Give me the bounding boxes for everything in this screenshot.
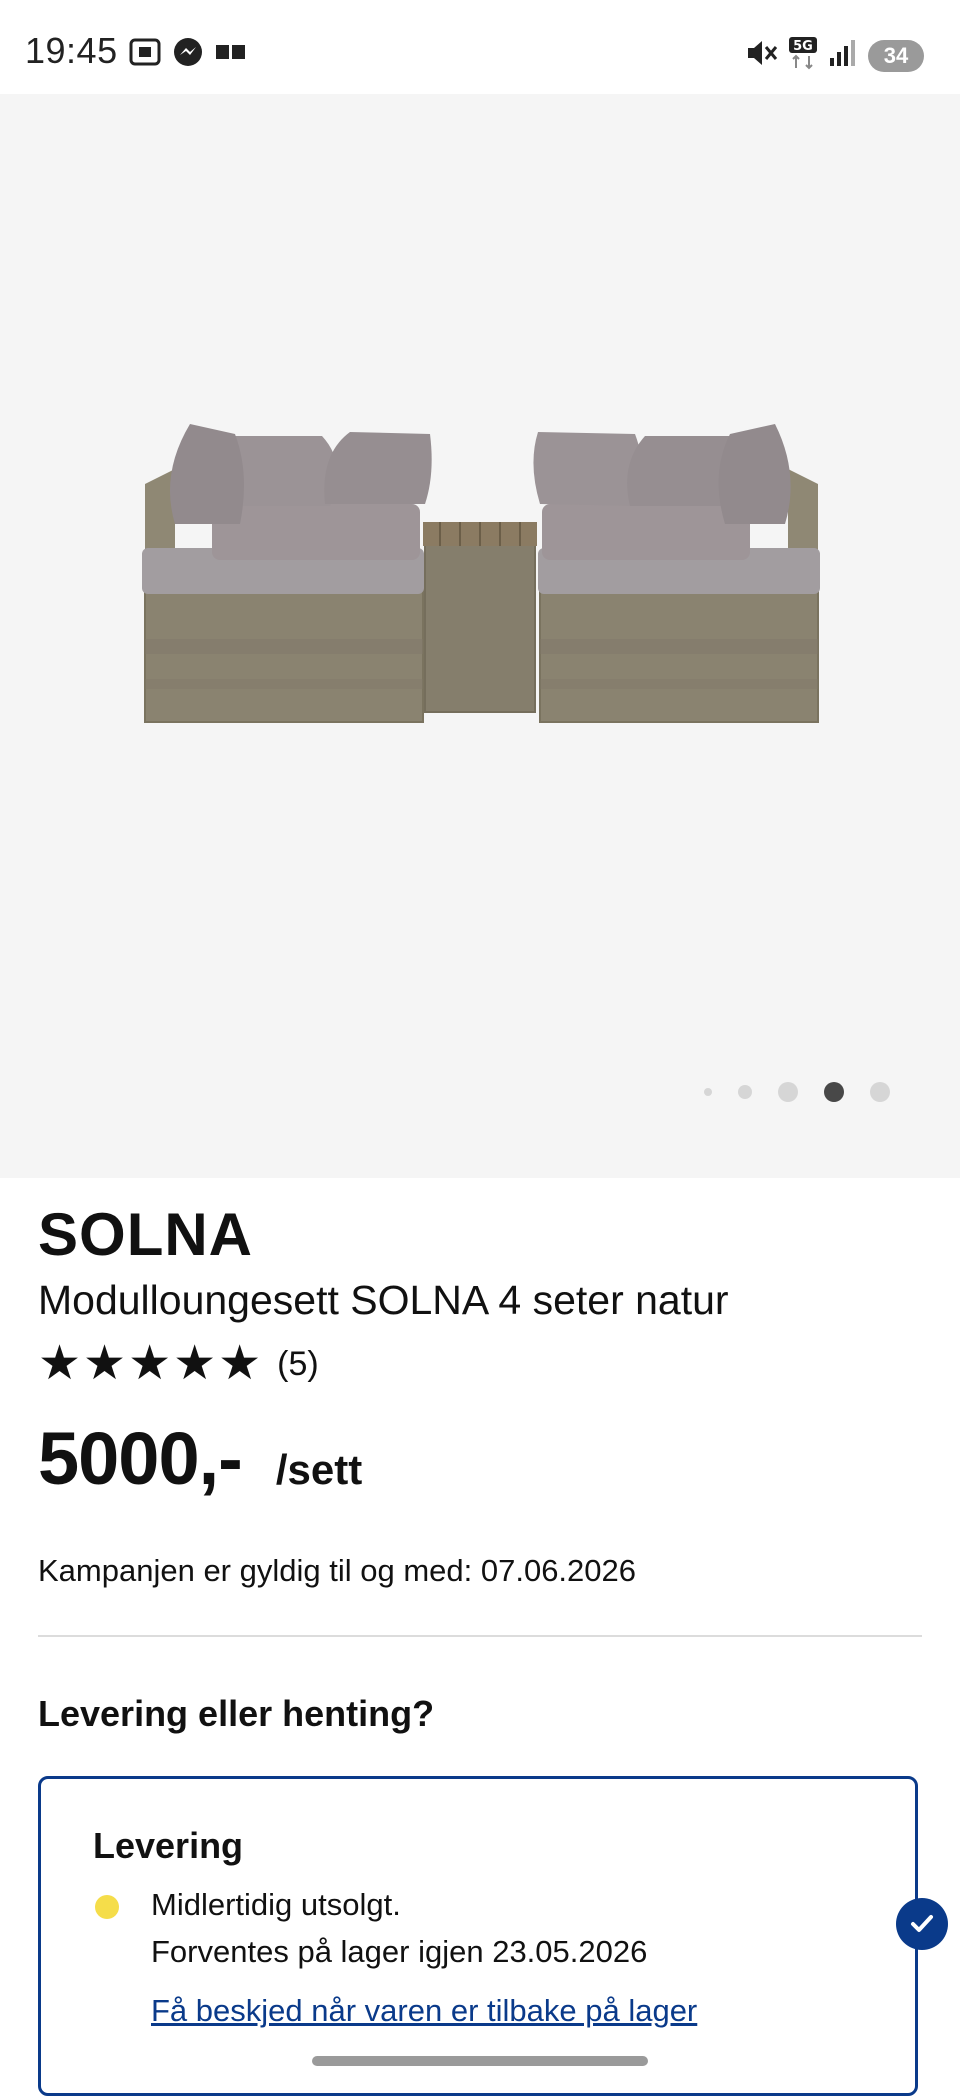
divider	[38, 1635, 922, 1637]
status-left-icons	[128, 36, 248, 73]
product-image	[142, 424, 820, 723]
star-icon: ★	[128, 1337, 172, 1390]
rating-row[interactable]: ★ ★ ★ ★ ★ (5)	[38, 1340, 922, 1388]
restock-date-text: Forventes på lager igjen 23.05.2026	[151, 1934, 648, 1969]
price: 5000,-	[38, 1417, 243, 1500]
product-subtitle: Modulloungesett SOLNA 4 seter natur	[38, 1277, 729, 1323]
gallery-dot-2[interactable]	[738, 1085, 752, 1099]
messenger-icon	[172, 36, 204, 73]
star-icon: ★	[173, 1337, 217, 1390]
price-row: 5000,- /sett	[38, 1416, 922, 1501]
home-indicator[interactable]	[312, 2056, 648, 2066]
product-image-gallery[interactable]	[0, 94, 960, 1178]
svg-text:5G: 5G	[793, 39, 813, 54]
sim-icon	[214, 41, 248, 68]
product-brand: SOLNA	[38, 1201, 253, 1268]
status-right-icons: 5G 34	[744, 36, 924, 75]
delivery-option-card[interactable]: Levering Midlertidig utsolgt. Forventes …	[38, 1776, 918, 2096]
mute-icon	[744, 37, 778, 74]
stock-status-text: Midlertidig utsolgt.	[151, 1887, 401, 1922]
rating-count[interactable]: (5)	[277, 1345, 319, 1384]
campaign-text: Kampanjen er gyldig til og med: 07.06.20…	[38, 1553, 637, 1588]
gallery-dot-3[interactable]	[778, 1082, 798, 1102]
5g-icon: 5G	[788, 36, 818, 75]
stock-status-dot	[95, 1895, 119, 1919]
signal-icon	[828, 38, 858, 73]
gallery-dot-4-active[interactable]	[824, 1082, 844, 1102]
product-details: SOLNA Modulloungesett SOLNA 4 seter natu…	[38, 1178, 922, 1735]
star-icon: ★	[218, 1337, 262, 1390]
gallery-pagination	[704, 1082, 890, 1102]
status-time: 19:45	[25, 30, 118, 71]
screenshot-icon	[128, 37, 162, 72]
selected-check-icon	[896, 1898, 948, 1950]
delivery-card-title: Levering	[93, 1825, 244, 1866]
battery-indicator: 34	[868, 39, 924, 72]
notify-restock-link[interactable]: Få beskjed når varen er tilbake på lager	[151, 1993, 697, 2029]
status-bar: 19:45 5G 34	[0, 0, 960, 94]
star-icon: ★	[83, 1337, 127, 1390]
price-unit: /sett	[275, 1446, 363, 1493]
delivery-section-title: Levering eller henting?	[38, 1693, 435, 1734]
star-icon: ★	[38, 1337, 82, 1390]
gallery-dot-5[interactable]	[870, 1082, 890, 1102]
gallery-dot-1[interactable]	[704, 1088, 712, 1096]
